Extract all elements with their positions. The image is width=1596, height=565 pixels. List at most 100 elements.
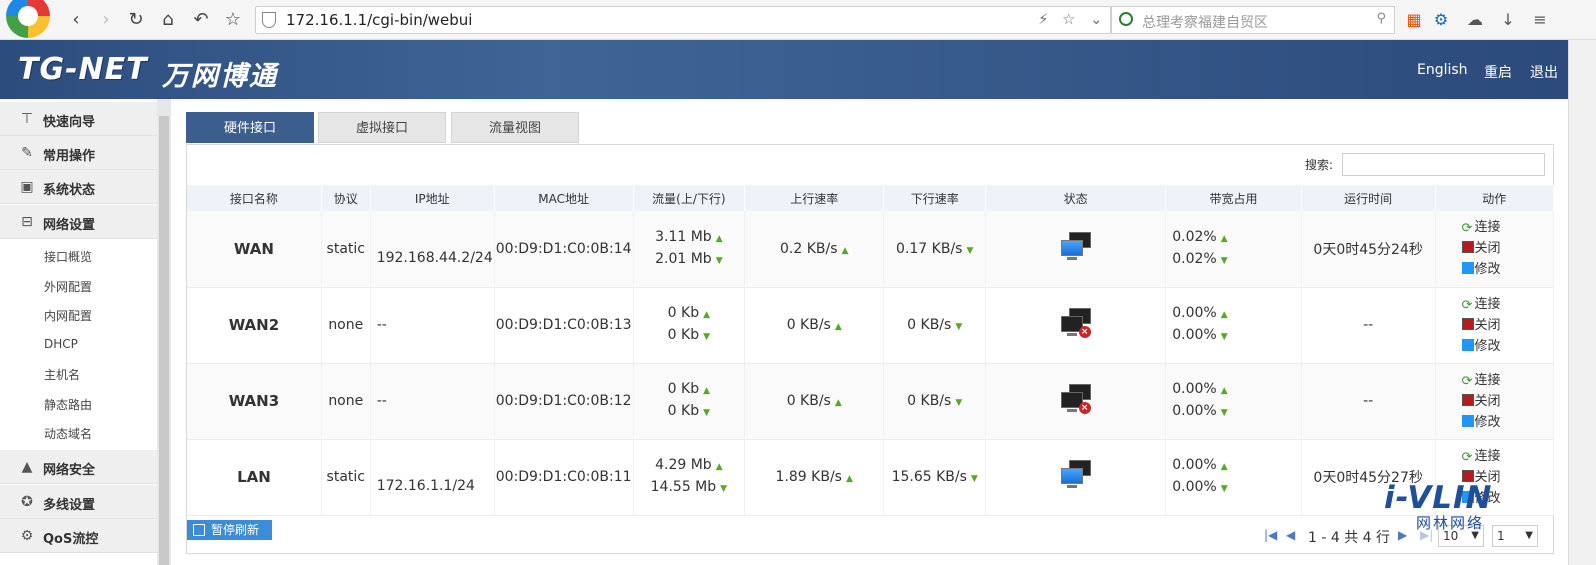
col-header-bandwidth[interactable]: 带宽占用 [1165, 185, 1302, 211]
traffic-down: 0 Kb [667, 403, 700, 419]
col-header-uptime[interactable]: 运行时间 [1301, 185, 1436, 211]
tab-traffic-view[interactable]: 流量视图 [451, 112, 579, 143]
arrow-down-icon: ▼ [1220, 408, 1228, 418]
interface-name: WAN2 [187, 287, 322, 364]
arrow-up-icon: ▲ [1220, 462, 1228, 472]
pause-refresh-button[interactable]: 暂停刷新 [187, 520, 272, 540]
first-page-icon[interactable]: |◀ [1264, 528, 1277, 542]
col-header-traffic[interactable]: 流量(上/下行) [633, 185, 746, 211]
col-header-protocol[interactable]: 协议 [321, 185, 371, 211]
interface-protocol: static [321, 211, 371, 288]
sidebar-item-system-status[interactable]: ▣ 系统状态 [0, 170, 157, 204]
interface-traffic: 4.29 Mb ▲ 14.55 Mb ▼ [633, 439, 746, 516]
edit-icon [1461, 414, 1474, 427]
home-icon[interactable]: ⌂ [156, 8, 180, 32]
page-scrollbar[interactable] [1568, 40, 1596, 565]
col-header-mac[interactable]: MAC地址 [494, 185, 634, 211]
uptime: -- [1301, 287, 1436, 364]
sidebar-sub-wan-config[interactable]: 外网配置 [44, 278, 92, 295]
sidebar-item-quick-wizard[interactable]: ⊤ 快速向导 [0, 102, 157, 136]
favorite-star-icon[interactable]: ☆ [1062, 10, 1075, 28]
edit-label: 修改 [1474, 414, 1501, 430]
connect-action[interactable]: ⟳ 连接 [1462, 446, 1553, 467]
up-rate-value: 0 KB/s [786, 393, 831, 409]
sidebar-item-qos[interactable]: ⚙ QoS流控 [0, 519, 157, 553]
apps-grid-icon[interactable]: ▦ [1403, 9, 1425, 31]
interface-mac: 00:D9:D1:C0:0B:13 [494, 287, 634, 364]
connect-action[interactable]: ⟳ 连接 [1462, 370, 1553, 391]
browser-search-input[interactable]: 总理考察福建自贸区 ⚲ [1111, 6, 1395, 34]
sidebar-item-common-ops[interactable]: ✎ 常用操作 [0, 136, 157, 170]
col-header-actions: 动作 [1435, 185, 1554, 211]
col-header-up-rate[interactable]: 上行速率 [744, 185, 885, 211]
chevron-down-icon[interactable]: ⌄ [1090, 10, 1103, 28]
sidebar-sub-dhcp[interactable]: DHCP [44, 337, 78, 351]
col-header-down-rate[interactable]: 下行速率 [883, 185, 987, 211]
arrow-down-icon: ▼ [720, 484, 728, 494]
traffic-up: 0 Kb [667, 381, 700, 397]
arrow-up-icon: ▲ [715, 462, 723, 472]
col-header-ip[interactable]: IP地址 [370, 185, 495, 211]
lightning-icon[interactable]: ⚡ [1038, 10, 1049, 28]
edit-icon [1461, 338, 1474, 351]
up-rate-value: 1.89 KB/s [775, 469, 842, 485]
address-bar[interactable]: 172.16.1.1/cgi-bin/webui ⚡ ☆ ⌄ [255, 6, 1111, 34]
logout-link[interactable]: 退出 [1530, 62, 1558, 82]
col-header-status[interactable]: 状态 [985, 185, 1167, 211]
reboot-link[interactable]: 重启 [1484, 62, 1512, 82]
interface-ip-value: 192.168.44.2/24 [376, 249, 493, 266]
close-action[interactable]: 关闭 [1461, 315, 1553, 336]
connected-monitor-icon [1060, 459, 1092, 491]
connect-label: 连接 [1474, 372, 1501, 388]
close-label: 关闭 [1474, 393, 1501, 409]
edit-action[interactable]: 修改 [1461, 412, 1553, 433]
arrow-up-icon: ▲ [1220, 233, 1228, 244]
wrench-icon: ✎ [21, 145, 33, 161]
refresh-icon: ⟳ [1461, 297, 1473, 313]
close-icon [1461, 317, 1474, 330]
search-icon[interactable]: ⚲ [1376, 11, 1386, 26]
sidebar-sub-lan-config[interactable]: 内网配置 [44, 307, 92, 324]
undo-icon[interactable]: ↶ [189, 8, 213, 32]
sidebar-sub-ddns[interactable]: 动态域名 [44, 425, 92, 442]
sidebar-scroll-thumb[interactable] [159, 116, 169, 565]
tab-virtual-interface[interactable]: 虚拟接口 [318, 112, 446, 143]
connect-action[interactable]: ⟳ 连接 [1462, 294, 1553, 315]
english-link[interactable]: English [1417, 62, 1468, 78]
bookmark-star-icon[interactable]: ☆ [221, 8, 245, 32]
cloud-icon[interactable]: ☁ [1464, 9, 1486, 31]
close-action[interactable]: 关闭 [1461, 391, 1553, 412]
traffic-down: 14.55 Mb [650, 479, 717, 495]
sidebar-sub-hostname[interactable]: 主机名 [44, 366, 80, 383]
close-action[interactable]: 关闭 [1461, 238, 1553, 259]
bw-up: 0.00% [1172, 305, 1217, 321]
forward-icon[interactable]: › [94, 8, 118, 32]
tab-hardware-interface[interactable]: 硬件接口 [186, 112, 314, 143]
brand-logo: TG-NET [18, 52, 148, 87]
menu-icon[interactable]: ≡ [1529, 9, 1551, 31]
table-search-input[interactable] [1342, 153, 1545, 176]
edit-action[interactable]: 修改 [1461, 259, 1553, 280]
sidebar-sub-static-route[interactable]: 静态路由 [44, 396, 92, 413]
sidebar-sub-interface-overview[interactable]: 接口概览 [44, 248, 92, 265]
edit-action[interactable]: 修改 [1461, 336, 1553, 357]
sidebar-item-multiline[interactable]: ✪ 多线设置 [0, 485, 157, 519]
connect-label: 连接 [1474, 448, 1501, 464]
col-header-name[interactable]: 接口名称 [187, 185, 322, 211]
download-icon[interactable]: ↓ [1497, 9, 1519, 31]
sidebar-item-network-settings[interactable]: ⊟ 网络设置 [0, 205, 157, 239]
interface-name: WAN [187, 211, 322, 288]
bw-up: 0.00% [1172, 457, 1217, 473]
connect-action[interactable]: ⟳ 连接 [1462, 217, 1553, 238]
sidebar-item-network-security[interactable]: ▲ 网络安全 [0, 450, 157, 484]
extension-icon[interactable]: ⚙ [1430, 9, 1452, 31]
prev-page-icon[interactable]: ◀ [1286, 528, 1295, 542]
back-icon[interactable]: ‹ [64, 8, 88, 32]
bandwidth-usage: 0.00% ▲ 0.00% ▼ [1165, 439, 1302, 516]
down-rate-value: 15.65 KB/s [891, 469, 967, 485]
save-icon [193, 524, 205, 536]
table-row: LAN static 172.16.1.1/24 00:D9:D1:C0:0B:… [187, 439, 1554, 516]
reload-icon[interactable]: ↻ [124, 8, 148, 32]
row-actions: ⟳ 连接 关闭 修改 [1435, 211, 1554, 288]
bw-up: 0.00% [1172, 381, 1217, 397]
